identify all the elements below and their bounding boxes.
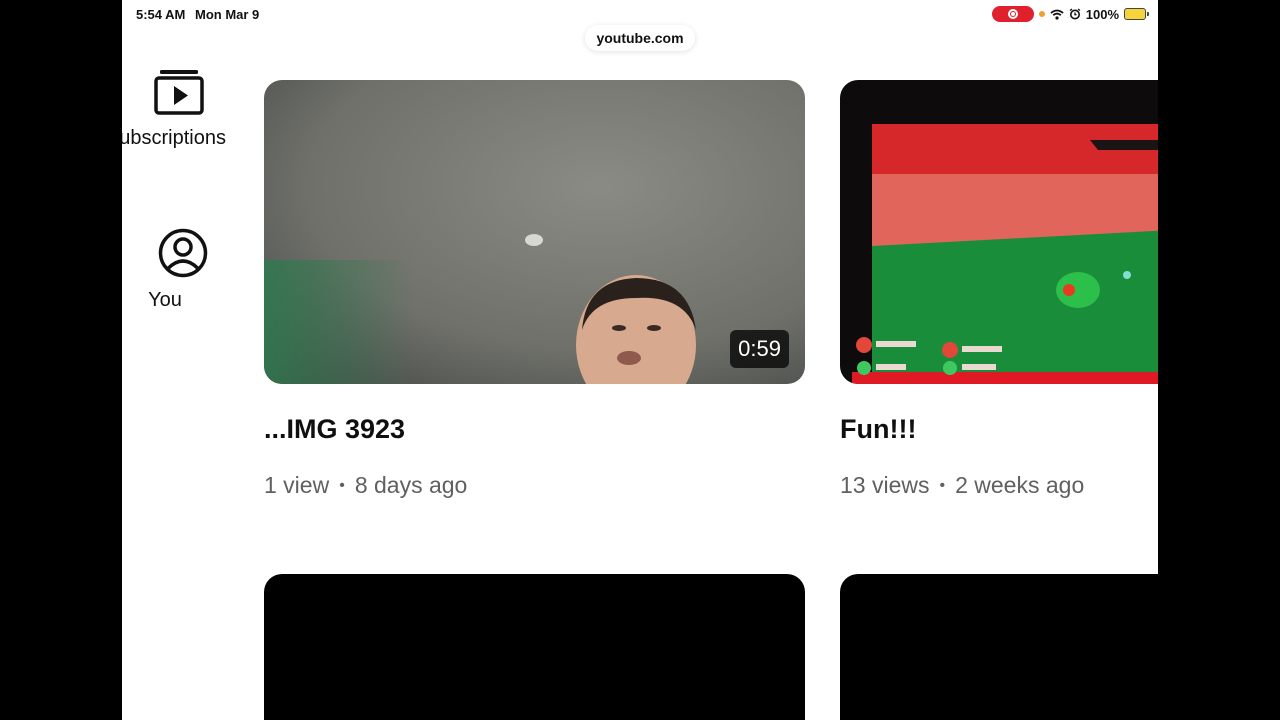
status-icons: 100% — [991, 5, 1149, 23]
sidebar-item-label: Subscriptions — [122, 127, 226, 149]
mic-indicator-icon — [1038, 11, 1045, 17]
video-thumbnail[interactable] — [264, 574, 805, 720]
battery-percent: 100% — [1085, 6, 1119, 22]
status-time: 5:54 AM — [136, 7, 186, 22]
video-thumbnail[interactable] — [840, 574, 1158, 720]
account-circle-icon — [158, 228, 208, 278]
battery-charging-icon — [1124, 8, 1149, 20]
sidebar-item-you[interactable]: You — [122, 228, 231, 312]
video-age: 2 weeks ago — [955, 472, 1085, 498]
screen-record-icon[interactable] — [991, 6, 1034, 22]
wifi-icon — [1050, 9, 1064, 20]
subscriptions-icon — [154, 70, 204, 115]
video-duration: 0:59 — [730, 330, 789, 368]
video-views: 1 view — [264, 472, 330, 498]
video-meta: 13 views • 2 weeks ago — [840, 472, 1085, 498]
video-thumbnail[interactable] — [840, 80, 1158, 384]
video-meta: 1 view • 8 days ago — [264, 472, 468, 498]
video-title[interactable]: ...IMG 3923 — [264, 414, 405, 445]
thumbnail-image — [264, 80, 805, 384]
sidebar-item-label: You — [148, 289, 182, 311]
youtube-screen: 5:54 AM Mon Mar 9 100% youtube.com Subsc… — [122, 0, 1158, 720]
alarm-icon — [1069, 8, 1081, 20]
video-thumbnail[interactable]: 0:59 — [264, 80, 805, 384]
url-bar[interactable]: youtube.com — [585, 25, 695, 51]
video-views: 13 views — [840, 472, 930, 498]
thumbnail-image — [840, 80, 1158, 384]
video-title[interactable]: Fun!!! — [840, 414, 916, 445]
status-date: Mon Mar 9 — [195, 7, 260, 22]
sidebar-item-subscriptions[interactable]: Subscriptions — [122, 68, 231, 150]
video-age: 8 days ago — [354, 472, 468, 498]
